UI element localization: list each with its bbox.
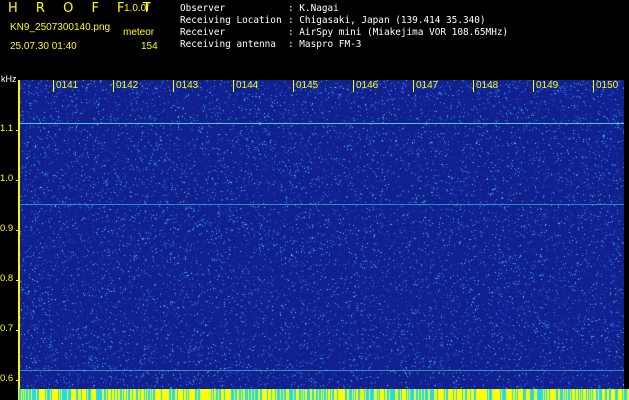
version-label: 1.0.0f — [124, 3, 150, 14]
time-label: 0144 — [236, 80, 259, 91]
y-tick-mark — [16, 180, 19, 181]
location-value: : Chigasaki, Japan (139.414 35.340) — [288, 15, 486, 26]
time-tick-mark — [413, 80, 414, 92]
time-label: 0146 — [356, 80, 379, 91]
time-label: 0147 — [416, 80, 439, 91]
y-tick-mark — [16, 330, 19, 331]
timestamp-label: 25.07.30 01:40 — [10, 41, 77, 52]
observer-value: : K.Nagai — [288, 3, 339, 14]
time-tick-mark — [593, 80, 594, 92]
time-tick-mark — [113, 80, 114, 92]
y-tick-label: 0.7 — [0, 323, 14, 334]
carrier-line-middle — [20, 204, 624, 205]
mode-label: meteor — [123, 27, 155, 38]
level-bar — [18, 389, 629, 400]
y-tick-label: 1.0 — [0, 173, 14, 184]
carrier-line-upper — [20, 123, 624, 124]
time-label: 0149 — [536, 80, 559, 91]
y-tick-label: 0.9 — [0, 223, 14, 234]
antenna-label: Receiving antenna — [180, 39, 276, 50]
location-label: Receiving Location — [180, 15, 282, 26]
y-tick-mark — [16, 130, 19, 131]
y-tick-mark — [16, 280, 19, 281]
time-label: 0150 — [596, 80, 619, 91]
time-label: 0148 — [476, 80, 499, 91]
time-tick-mark — [293, 80, 294, 92]
antenna-value: : Maspro FM-3 — [288, 39, 362, 50]
time-tick-mark — [173, 80, 174, 92]
receiver-value: : AirSpy mini (Miakejima VOR 108.65MHz) — [288, 27, 509, 38]
filename-label: KN9_2507300140.png — [10, 22, 111, 33]
y-tick-label: 0.6 — [0, 373, 14, 384]
y-tick-mark — [16, 230, 19, 231]
observer-label: Observer — [180, 3, 226, 14]
header: H R O F F T 1.0.0f KN9_2507300140.png me… — [0, 0, 629, 78]
receiver-label: Receiver — [180, 27, 226, 38]
time-tick-mark — [53, 80, 54, 92]
y-tick-mark — [16, 380, 19, 381]
y-tick-label: 1.1 — [0, 123, 14, 134]
time-label: 0141 — [56, 80, 79, 91]
time-tick-mark — [473, 80, 474, 92]
spectrogram-plot[interactable] — [20, 80, 624, 389]
time-tick-mark — [233, 80, 234, 92]
time-tick-mark — [533, 80, 534, 92]
y-axis-unit: kHz — [1, 74, 17, 84]
count-label: 154 — [141, 41, 158, 52]
y-axis-bar — [18, 80, 20, 392]
y-tick-label: 0.8 — [0, 273, 14, 284]
carrier-line-lower — [20, 370, 624, 371]
time-label: 0143 — [176, 80, 199, 91]
time-label: 0142 — [116, 80, 139, 91]
spectrogram-noise — [20, 80, 624, 389]
time-tick-mark — [353, 80, 354, 92]
time-label: 0145 — [296, 80, 319, 91]
